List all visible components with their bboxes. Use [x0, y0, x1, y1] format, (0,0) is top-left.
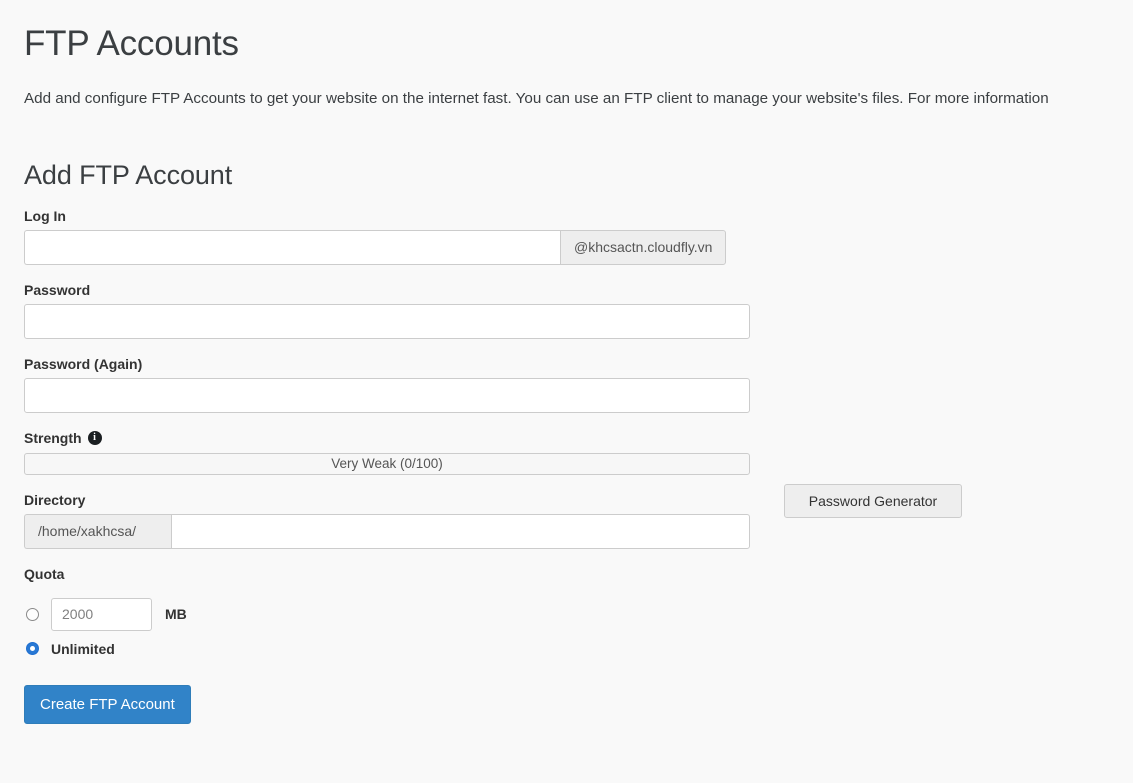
- quota-options: MB Unlimited: [24, 588, 1133, 657]
- strength-label-line: Strength i: [24, 430, 1133, 453]
- password-label: Password: [24, 265, 1133, 304]
- password-again-input[interactable]: [24, 378, 750, 413]
- password-strength-text: Very Weak (0/100): [331, 456, 443, 471]
- quota-option-unlimited-row: Unlimited: [24, 631, 1133, 657]
- directory-input-group: /home/xakhcsa/: [24, 514, 750, 549]
- login-label: Log In: [24, 191, 1133, 230]
- password-generator-button[interactable]: Password Generator: [784, 484, 962, 518]
- ftp-accounts-page: FTP Accounts Add and configure FTP Accou…: [0, 0, 1133, 783]
- directory-label: Directory: [24, 475, 1133, 514]
- login-domain-suffix: @khcsactn.cloudfly.vn: [560, 230, 726, 265]
- create-ftp-account-button[interactable]: Create FTP Account: [24, 685, 191, 724]
- quota-value-input[interactable]: [51, 598, 152, 631]
- page-description: Add and configure FTP Accounts to get yo…: [24, 64, 1133, 110]
- directory-path-prefix: /home/xakhcsa/: [24, 514, 171, 549]
- strength-label: Strength: [24, 430, 82, 446]
- login-input[interactable]: [24, 230, 560, 265]
- quota-unlimited-label: Unlimited: [51, 641, 115, 657]
- add-ftp-account-heading: Add FTP Account: [24, 110, 1133, 191]
- page-title: FTP Accounts: [24, 0, 1133, 64]
- password-again-label: Password (Again): [24, 339, 1133, 378]
- quota-label: Quota: [24, 549, 1133, 588]
- directory-input[interactable]: [171, 514, 750, 549]
- login-input-group: @khcsactn.cloudfly.vn: [24, 230, 750, 265]
- quota-option-value-row: MB: [24, 593, 1133, 631]
- password-input[interactable]: [24, 304, 750, 339]
- page-content: FTP Accounts Add and configure FTP Accou…: [0, 0, 1133, 724]
- quota-radio-value[interactable]: [26, 608, 39, 621]
- quota-unit-label: MB: [165, 606, 187, 622]
- password-strength-section: Strength i Very Weak (0/100): [24, 413, 1133, 475]
- info-icon[interactable]: i: [88, 431, 102, 445]
- password-strength-bar: Very Weak (0/100): [24, 453, 750, 475]
- quota-radio-unlimited[interactable]: [26, 642, 39, 655]
